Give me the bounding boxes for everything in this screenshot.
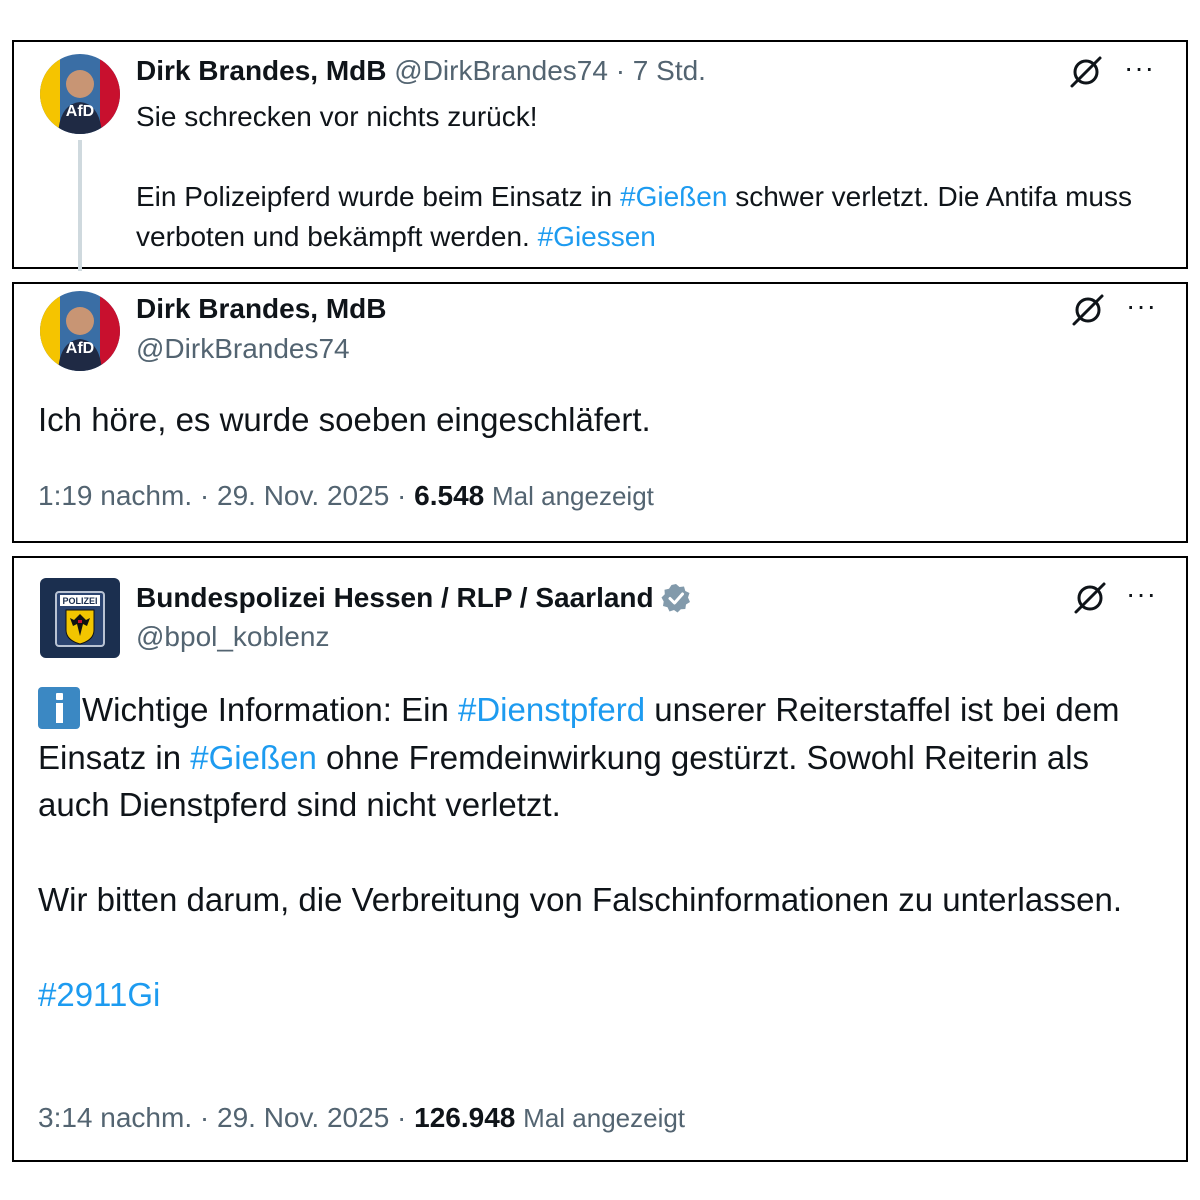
tweet-text-line: Sie schrecken vor nichts zurück! — [136, 101, 538, 132]
more-icon[interactable]: ··· — [1124, 54, 1155, 82]
separator-dot: · — [199, 1102, 210, 1133]
author-display-name[interactable]: Dirk Brandes, MdB — [136, 293, 387, 324]
author-line: Dirk Brandes, MdB @DirkBrandes74 · 7 Std… — [136, 55, 706, 87]
hashtag-link[interactable]: #2911Gi — [38, 976, 160, 1013]
tweet-card-1[interactable]: AfD Dirk Brandes, MdB @DirkBrandes74 · 7… — [12, 40, 1188, 271]
tweet-meta: 1:19 nachm. · 29. Nov. 2025 · 6.548 Mal … — [38, 480, 654, 512]
more-icon[interactable]: ··· — [1126, 292, 1157, 320]
tweet-meta: 3:14 nachm. · 29. Nov. 2025 · 126.948 Ma… — [38, 1102, 685, 1134]
svg-text:AfD: AfD — [66, 340, 94, 357]
avatar[interactable]: AfD — [40, 54, 120, 134]
author-display-name[interactable]: Bundespolizei Hessen / RLP / Saarland — [136, 582, 654, 614]
author-handle[interactable]: @DirkBrandes74 — [136, 333, 350, 365]
views-count: 126.948 — [414, 1102, 516, 1133]
grok-icon[interactable] — [1068, 54, 1104, 90]
hashtag-link[interactable]: #Gießen — [620, 181, 727, 212]
tweet-time[interactable]: 3:14 nachm. — [38, 1102, 192, 1133]
separator-dot: · — [615, 55, 626, 86]
separator-dot: · — [199, 480, 210, 511]
author-line: Bundespolizei Hessen / RLP / Saarland — [136, 582, 692, 614]
grok-icon[interactable] — [1072, 580, 1108, 616]
information-emoji-icon — [38, 687, 80, 729]
svg-text:AfD: AfD — [66, 103, 94, 120]
tweet-time[interactable]: 1:19 nachm. — [38, 480, 192, 511]
avatar[interactable]: AfD — [40, 291, 120, 371]
author-line: Dirk Brandes, MdB — [136, 293, 387, 325]
author-handle[interactable]: @bpol_koblenz — [136, 621, 329, 653]
grok-icon[interactable] — [1070, 292, 1106, 328]
svg-text:POLIZEI: POLIZEI — [62, 596, 97, 606]
views-label: Mal angezeigt — [492, 481, 654, 511]
thread-connector-line — [78, 140, 82, 271]
separator-dot: · — [397, 1102, 407, 1133]
tweet-card-3[interactable]: POLIZEI Bundespolizei Hessen / RLP / Saa… — [12, 556, 1188, 1162]
tweet-text-paragraph: Ein Polizeipferd wurde beim Einsatz in #… — [136, 181, 1132, 252]
tweet-card-2[interactable]: AfD Dirk Brandes, MdB @DirkBrandes74 ···… — [12, 282, 1188, 543]
views-count: 6.548 — [414, 480, 485, 511]
tweet-text: Sie schrecken vor nichts zurück! Ein Pol… — [136, 97, 1166, 257]
tweet-date[interactable]: 29. Nov. 2025 — [217, 1102, 389, 1133]
tweet-relative-time[interactable]: 7 Std. — [633, 55, 706, 86]
tweet-text: Wichtige Information: Ein #Dienstpferd u… — [38, 686, 1168, 1019]
tweet-date[interactable]: 29. Nov. 2025 — [217, 480, 389, 511]
avatar[interactable]: POLIZEI — [40, 578, 120, 658]
tweet-text: Ich höre, es wurde soeben eingeschläfert… — [38, 401, 651, 438]
hashtag-link[interactable]: #Dienstpferd — [458, 691, 645, 728]
more-icon[interactable]: ··· — [1126, 580, 1157, 608]
hashtag-link[interactable]: #Gießen — [190, 739, 317, 776]
author-display-name[interactable]: Dirk Brandes, MdB — [136, 55, 387, 86]
views-label: Mal angezeigt — [523, 1103, 686, 1133]
tweet-text-paragraph: Wir bitten darum, die Verbreitung von Fa… — [38, 881, 1123, 918]
hashtag-link[interactable]: #Giessen — [538, 221, 656, 252]
separator-dot: · — [397, 480, 407, 511]
tweet-text-paragraph: Wichtige Information: Ein #Dienstpferd u… — [38, 686, 1168, 829]
verified-badge-icon[interactable] — [660, 582, 692, 614]
author-handle[interactable]: @DirkBrandes74 — [394, 55, 608, 86]
